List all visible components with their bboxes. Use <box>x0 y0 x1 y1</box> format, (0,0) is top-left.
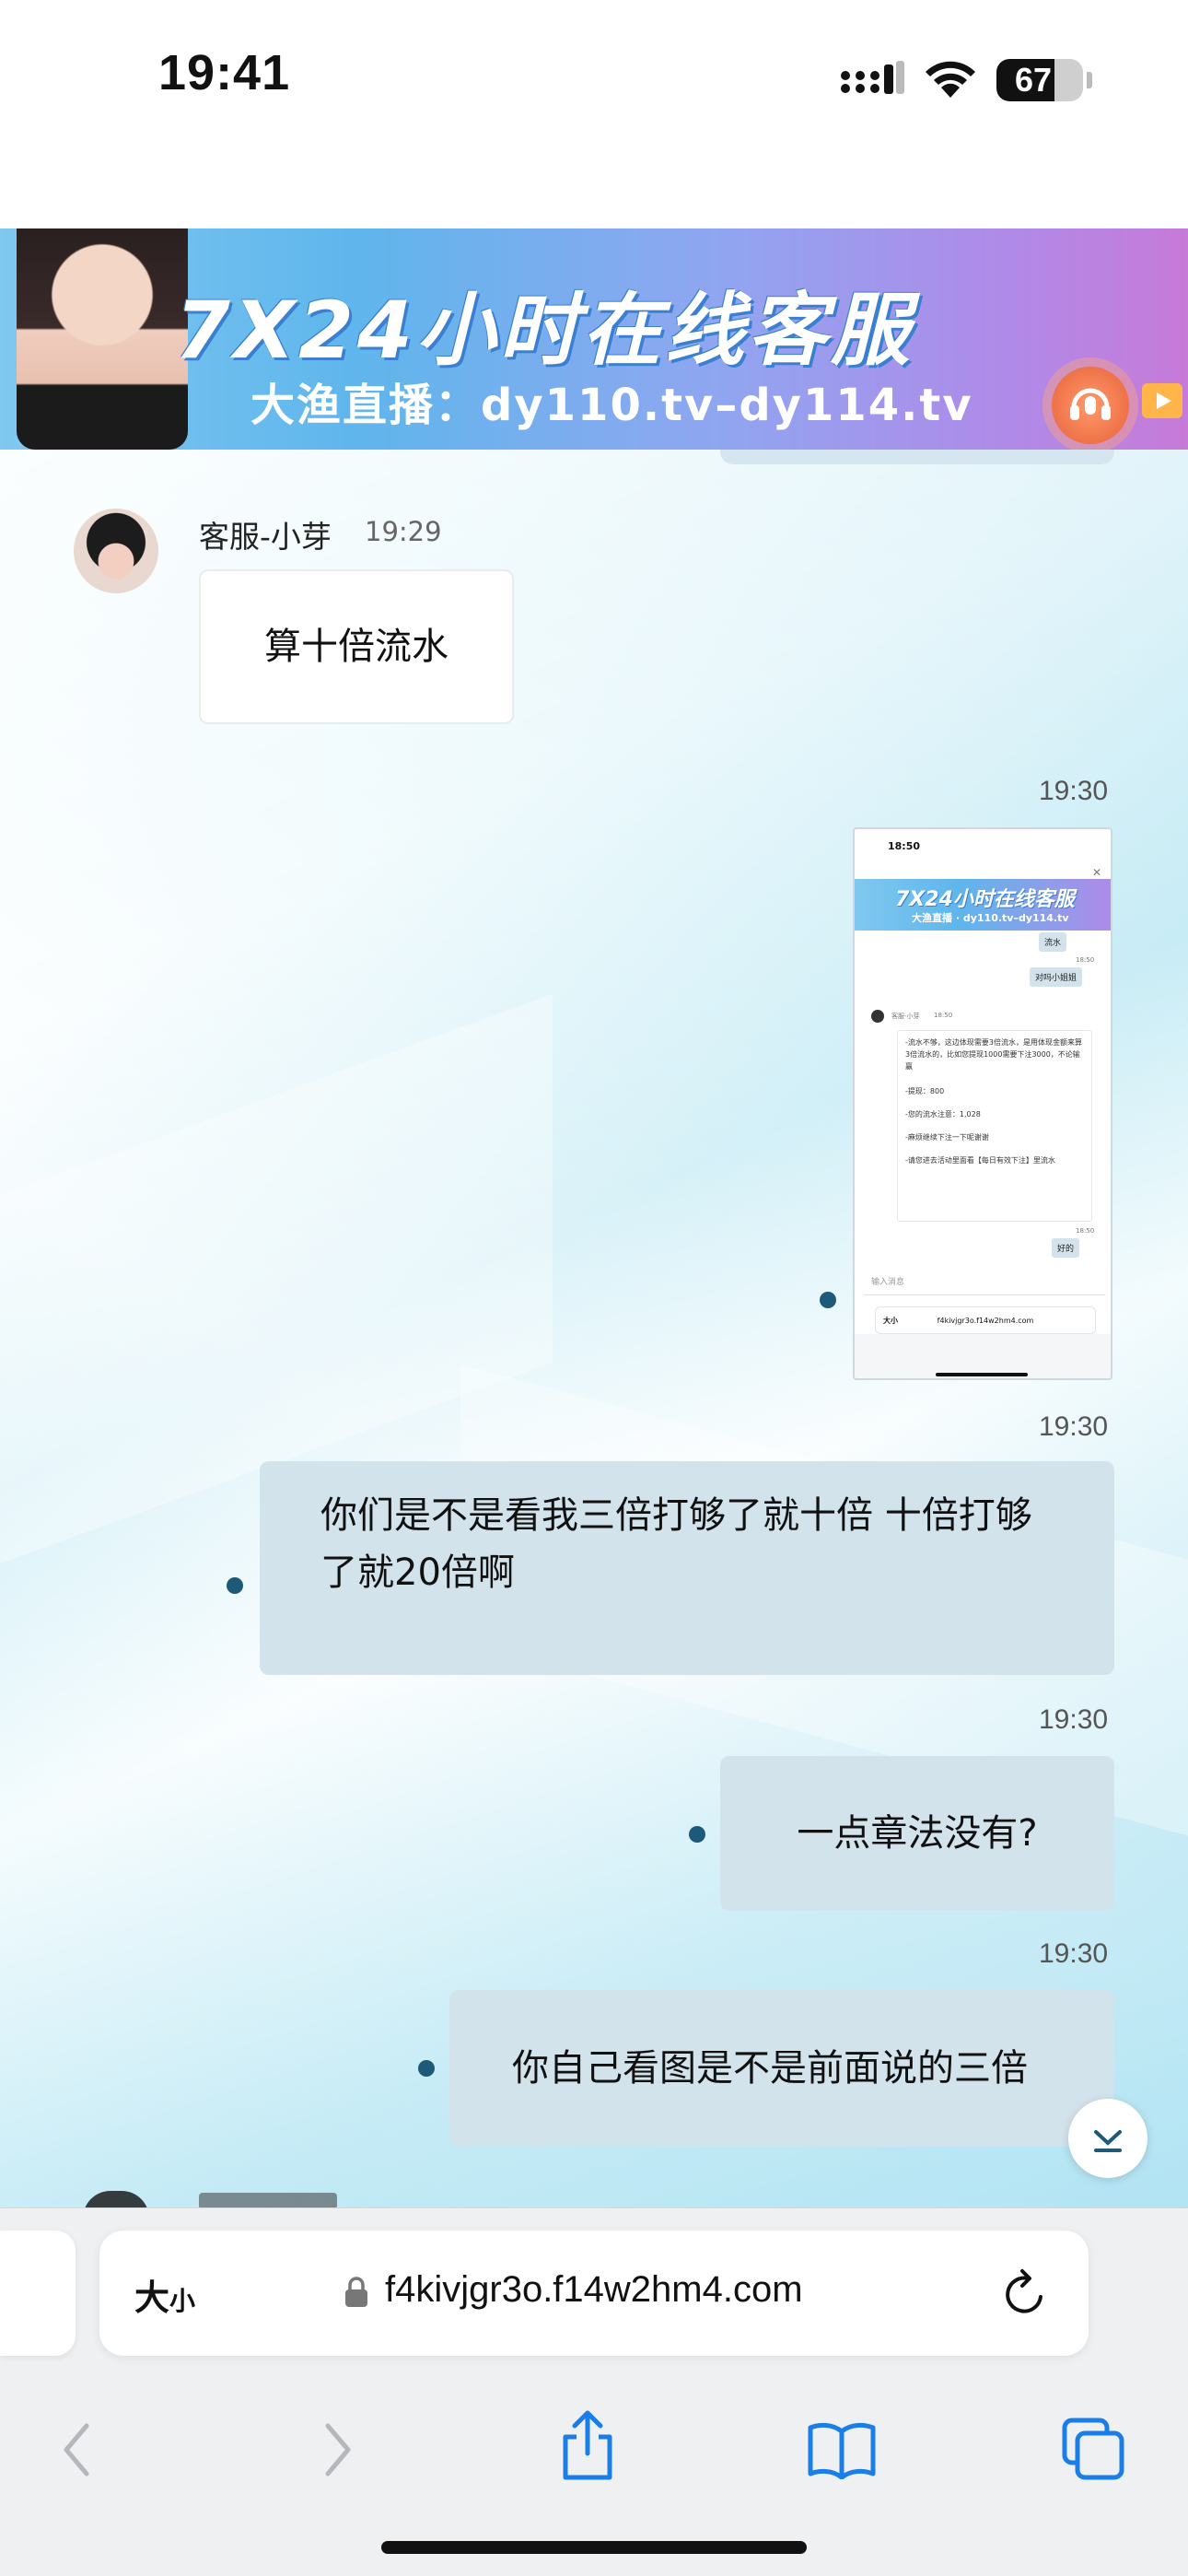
agent-message-time: 19:29 <box>365 516 442 547</box>
thumb-agent-line: -请您进去活动里面看【每日有效下注】里流水 <box>905 1156 1055 1165</box>
url-text[interactable]: f4kivjgr3o.f14w2hm4.com <box>385 2269 803 2311</box>
agent-avatar[interactable] <box>74 509 158 593</box>
thumb-bubble: 流水 <box>1039 932 1067 952</box>
status-bar: 19:41 67 <box>0 0 1188 157</box>
user-message-bubble: 一点章法没有? <box>720 1756 1114 1911</box>
banner-subtitle: 大渔直播：dy110.tv–dy114.tv <box>250 380 973 431</box>
thumb-banner: 7X24小时在线客服 大渔直播 · dy110.tv–dy114.tv <box>855 879 1111 931</box>
battery-tip <box>1087 72 1092 88</box>
user-message-bubble: 你们是不是看我三倍打够了就十倍 十倍打够了就20倍啊 <box>260 1461 1114 1675</box>
thumb-url: f4kivjgr3o.f14w2hm4.com <box>937 1317 1034 1325</box>
unread-dot <box>689 1826 705 1843</box>
thumb-text-size: 大小 <box>883 1317 898 1325</box>
thumb-home-indicator <box>936 1373 1028 1376</box>
headset-icon[interactable] <box>1052 367 1129 444</box>
address-bar[interactable]: 大小 f4kivjgr3o.f14w2hm4.com <box>99 2231 1089 2356</box>
back-icon[interactable] <box>59 2420 96 2479</box>
message-time: 19:30 <box>1039 1704 1109 1735</box>
thumb-close-icon: ✕ <box>1092 866 1102 879</box>
battery-percent: 67 <box>1014 61 1053 99</box>
screenshot-image-message[interactable]: 18:50 ✕ 7X24小时在线客服 大渔直播 · dy110.tv–dy114… <box>853 827 1112 1380</box>
previous-tab-card[interactable] <box>0 2231 76 2356</box>
unread-dot <box>418 2060 435 2077</box>
reload-icon[interactable] <box>1000 2267 1050 2319</box>
cellular-signal-icon <box>841 61 904 94</box>
thumb-agent-line: -您的流水注意：1,028 <box>905 1110 981 1118</box>
user-message-bubble: 你自己看图是不是前面说的三倍 <box>449 1990 1114 2147</box>
browser-toolbar: 大小 f4kivjgr3o.f14w2hm4.com <box>0 2207 1188 2576</box>
message-time: 19:30 <box>1039 776 1109 806</box>
home-indicator[interactable] <box>381 2541 807 2554</box>
forward-icon[interactable] <box>319 2420 355 2479</box>
thumb-bubble: 好的 <box>1052 1238 1080 1258</box>
thumb-bubble: 对吗小姐姐 <box>1030 967 1083 987</box>
status-time: 19:41 <box>158 45 291 100</box>
next-agent-name <box>199 2193 337 2207</box>
tabs-icon[interactable] <box>1061 2417 1125 2481</box>
thumb-avatar <box>871 1010 884 1023</box>
bookmarks-icon[interactable] <box>807 2420 877 2479</box>
unread-dot <box>820 1292 836 1308</box>
thumb-agent-line: -麻烦继续下注一下呢谢谢 <box>905 1133 989 1142</box>
wifi-icon <box>926 61 975 98</box>
chevron-down-icon <box>1094 2130 1122 2152</box>
previous-message-bubble <box>720 450 1114 464</box>
text-size-big-label: 大 <box>134 2277 170 2318</box>
share-icon[interactable] <box>558 2409 617 2483</box>
thumb-banner-subtitle: 大渔直播 · dy110.tv–dy114.tv <box>912 912 1069 924</box>
text-size-small-label: 小 <box>169 2286 196 2316</box>
thumb-time-label: 18:50 <box>1076 1227 1095 1235</box>
battery-icon: 67 <box>996 59 1083 101</box>
thumb-agent-line: -提现：800 <box>905 1087 945 1095</box>
thumb-agent-name: 客服-小芽 <box>891 1013 920 1020</box>
thumb-agent-card: -流水不够，这边体现需要3倍流水，是用体现金额来算3倍流水的，比如您提现1000… <box>897 1030 1092 1222</box>
thumb-agent-line: -流水不够，这边体现需要3倍流水，是用体现金额来算3倍流水的，比如您提现1000… <box>905 1038 1082 1071</box>
thumb-input: 输入消息 <box>864 1270 1105 1295</box>
promo-banner[interactable]: 7X24小时在线客服 大渔直播：dy110.tv–dy114.tv <box>0 228 1188 450</box>
unread-dot <box>227 1577 243 1594</box>
next-agent-avatar <box>83 2191 149 2207</box>
play-icon <box>1142 383 1182 418</box>
agent-name: 客服-小芽 <box>199 519 332 555</box>
agent-message-bubble: 算十倍流水 <box>199 569 514 724</box>
message-time: 19:30 <box>1039 1411 1109 1442</box>
thumb-time: 18:50 <box>888 840 921 852</box>
message-time: 19:30 <box>1039 1938 1109 1969</box>
scroll-to-bottom-button[interactable] <box>1068 2099 1147 2178</box>
thumb-url-bar: 大小 f4kivjgr3o.f14w2hm4.com <box>875 1306 1096 1334</box>
thumb-agent-time: 18:50 <box>934 1012 953 1019</box>
banner-title: 7X24小时在线客服 <box>175 285 914 377</box>
chat-message-list[interactable]: 客服-小芽 19:29 算十倍流水 19:30 18:50 ✕ 7X24小时在线… <box>0 450 1188 2207</box>
text-size-button[interactable]: 大小 <box>134 2269 195 2320</box>
banner-model-image <box>17 228 188 450</box>
thumb-banner-title: 7X24小时在线客服 <box>895 888 1075 911</box>
lock-icon <box>345 2277 367 2307</box>
thumb-time-label: 18:50 <box>1076 956 1095 964</box>
